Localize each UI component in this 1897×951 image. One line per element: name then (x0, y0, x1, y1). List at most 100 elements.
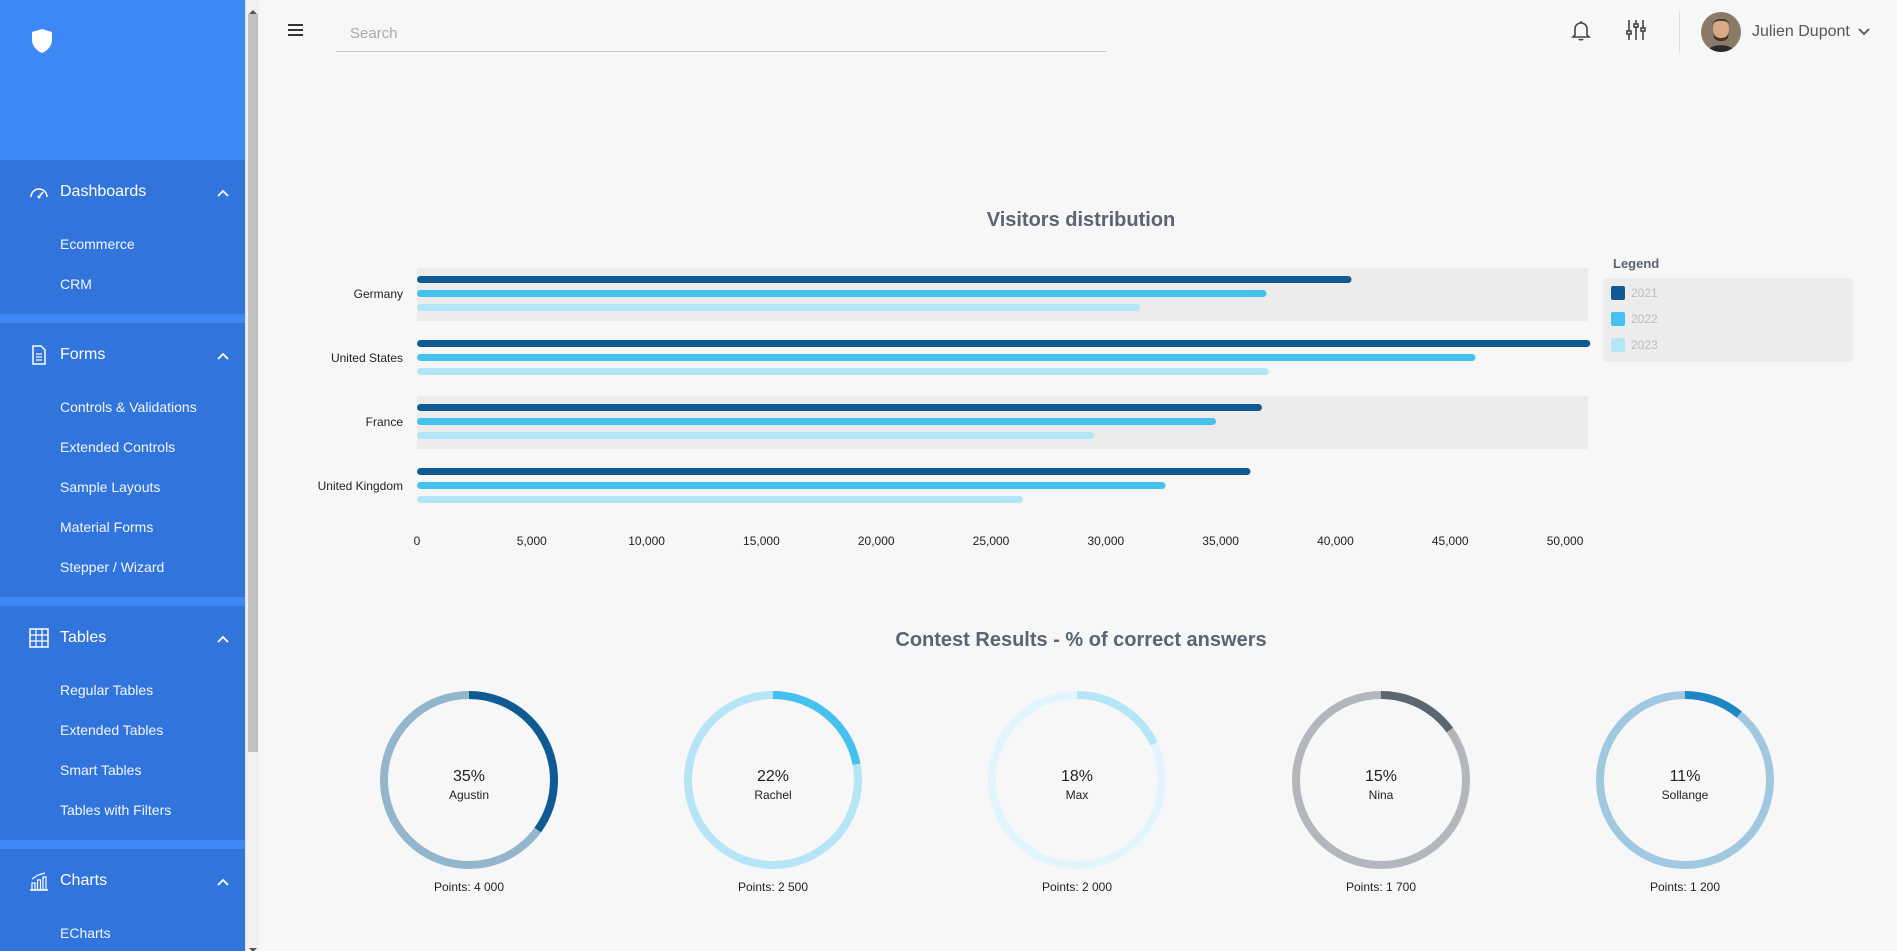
donut-chart-title: Contest Results - % of correct answers (895, 629, 1267, 651)
donut-max: 18% Max Points: 2 000 (977, 680, 1177, 920)
donut-percent-label: 15% (1364, 768, 1398, 785)
nav-group-header-charts[interactable]: Charts (0, 849, 245, 913)
user-menu[interactable]: Julien Dupont (1701, 12, 1870, 52)
top-bar: Julien Dupont (259, 0, 1897, 64)
bar-2022-france (417, 418, 1217, 425)
chevron-down-icon[interactable] (1858, 23, 1870, 41)
bar-2023-united-states (417, 368, 1269, 375)
donut-percent-label: 11% (1669, 768, 1701, 785)
donut-points-label: Points: 1 700 (1345, 880, 1417, 894)
contest-donut-charts: 35% Agustin Points: 4 000 22% Rachel Points: … (259, 680, 1897, 920)
user-name[interactable]: Julien Dupont (1752, 23, 1850, 41)
sidebar-item-tables-with-filters[interactable]: Tables with Filters (0, 790, 245, 830)
sidebar-item-echarts[interactable]: ECharts (0, 913, 245, 951)
category-label: United States (331, 351, 403, 365)
nav-group-charts: Charts ECharts (0, 849, 245, 951)
legend-title: Legend (1613, 256, 1659, 271)
category-label: Germany (354, 287, 403, 301)
donut-name-label: Nina (1368, 788, 1394, 802)
x-tick-label: 15,000 (743, 534, 780, 548)
x-tick-label: 30,000 (1087, 534, 1124, 548)
nav-group-label: Forms (60, 346, 106, 363)
bar-2023-france (417, 432, 1095, 439)
app-root: Dashboards Ecommerce CRM Forms Controls & Va… (0, 0, 1897, 951)
logo-area (0, 0, 245, 160)
bar-chart-title: Visitors distribution (986, 209, 1176, 231)
sidebar-item-crm[interactable]: CRM (0, 264, 245, 304)
nav-group-label: Dashboards (60, 183, 147, 200)
donut-name-label: Agustin (448, 788, 490, 802)
donut-name-label: Rachel (754, 788, 792, 802)
legend-label-2021: 2021 (1631, 286, 1658, 300)
nav-group-header-forms[interactable]: Forms (0, 323, 245, 387)
nav-separator (0, 314, 245, 323)
legend-label-2022: 2022 (1631, 312, 1658, 326)
sidebar: Dashboards Ecommerce CRM Forms Controls & Va… (0, 0, 245, 951)
donut-rachel: 22% Rachel Points: 2 500 (673, 680, 873, 920)
sidebar-nav: Dashboards Ecommerce CRM Forms Controls & Va… (0, 160, 245, 951)
x-tick-label: 5,000 (517, 534, 547, 548)
bar-2021-france (417, 404, 1262, 411)
nav-group-dashboards: Dashboards Ecommerce CRM (0, 160, 245, 314)
bar-2021-united-states (417, 340, 1591, 347)
scroll-down-arrow-icon[interactable] (249, 941, 257, 951)
gauge-icon (29, 182, 49, 202)
sidebar-item-regular-tables[interactable]: Regular Tables (0, 670, 245, 710)
donut-points-label: Points: 1 200 (1649, 880, 1721, 894)
legend-swatch-2021 (1611, 286, 1625, 300)
nav-group-label: Charts (60, 872, 108, 889)
x-tick-label: 20,000 (858, 534, 895, 548)
nav-separator (0, 840, 245, 849)
sidebar-scrollbar[interactable] (245, 0, 259, 951)
donut-percent-label: 22% (756, 768, 790, 785)
topbar-divider (1679, 12, 1680, 52)
visitors-bar-chart: Germany United States France United Kingdom… (318, 256, 1853, 548)
bar-2022-germany (417, 290, 1267, 297)
x-tick-label: 25,000 (973, 534, 1010, 548)
donut-agustin: 35% Agustin Points: 4 000 (369, 680, 569, 920)
x-tick-label: 10,000 (628, 534, 665, 548)
bar-2023-united-kingdom (417, 496, 1024, 503)
category-label: France (366, 415, 404, 429)
category-label: United Kingdom (318, 479, 403, 493)
search-input[interactable] (336, 16, 1106, 52)
bar-2023-germany (417, 304, 1141, 311)
donut-points-label: Points: 4 000 (433, 880, 505, 894)
sidebar-item-material-forms[interactable]: Material Forms (0, 507, 245, 547)
donut-percent-label: 18% (1060, 768, 1094, 785)
donut-name-label: Sollange (1661, 788, 1709, 802)
legend-swatch-2023 (1611, 338, 1625, 352)
nav-group-forms: Forms Controls & Validations Extended Cont… (0, 323, 245, 597)
donut-points-label: Points: 2 500 (737, 880, 809, 894)
donut-name-label: Max (1065, 788, 1089, 802)
bar-chart-icon (29, 871, 49, 891)
sidebar-item-extended-controls[interactable]: Extended Controls (0, 427, 245, 467)
avatar[interactable] (1701, 12, 1741, 52)
x-tick-label: 40,000 (1317, 534, 1354, 548)
bell-icon[interactable] (1569, 18, 1593, 47)
bar-2022-united-kingdom (417, 482, 1166, 489)
bar-2021-united-kingdom (417, 468, 1251, 475)
x-tick-label: 0 (414, 534, 421, 548)
shield-logo-icon[interactable] (30, 28, 54, 59)
sidebar-item-stepper-wizard[interactable]: Stepper / Wizard (0, 547, 245, 587)
bar-2022-united-states (417, 354, 1476, 361)
sidebar-item-smart-tables[interactable]: Smart Tables (0, 750, 245, 790)
sidebar-item-sample-layouts[interactable]: Sample Layouts (0, 467, 245, 507)
sliders-icon[interactable] (1624, 18, 1648, 47)
nav-separator (0, 597, 245, 606)
sidebar-item-controls-validations[interactable]: Controls & Validations (0, 387, 245, 427)
chevron-up-icon[interactable] (217, 184, 229, 202)
legend-swatch-2022 (1611, 312, 1625, 326)
x-tick-label: 45,000 (1432, 534, 1469, 548)
hamburger-menu-icon[interactable] (288, 22, 304, 43)
chevron-up-icon[interactable] (217, 347, 229, 365)
donut-points-label: Points: 2 000 (1041, 880, 1113, 894)
sidebar-item-extended-tables[interactable]: Extended Tables (0, 710, 245, 750)
document-icon (29, 345, 49, 365)
chevron-up-icon[interactable] (217, 873, 229, 891)
donut-sollange: 11% Sollange Points: 1 200 (1585, 680, 1785, 920)
legend-label-2023: 2023 (1631, 338, 1658, 352)
scroll-up-arrow-icon[interactable] (249, 3, 257, 14)
x-tick-label: 35,000 (1202, 534, 1239, 548)
